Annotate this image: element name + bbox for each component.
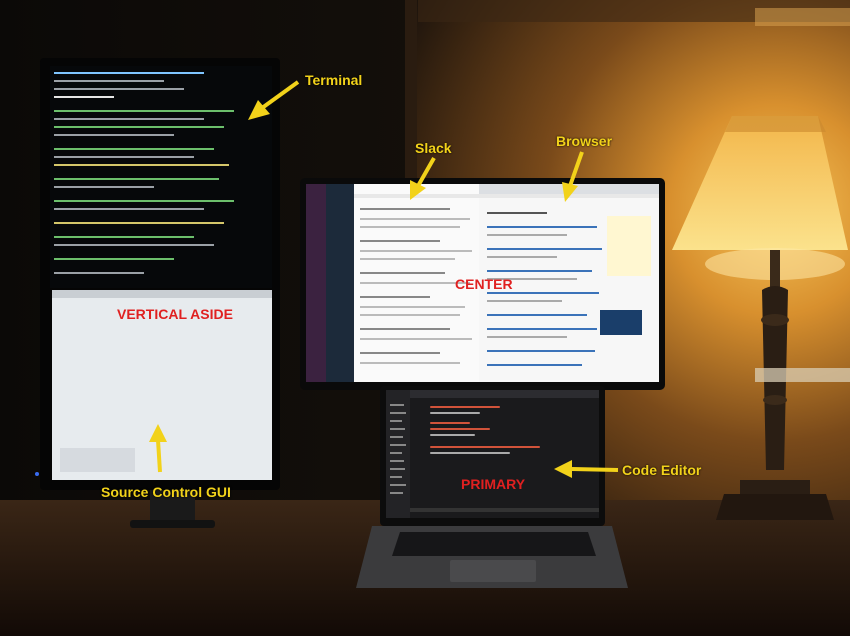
arrow-icon [554,460,619,478]
arrow-icon [410,157,436,200]
arrow-icon [248,80,300,120]
code-editor-label: Code Editor [622,462,702,478]
vertical-aside-label: VERTICAL ASIDE [117,306,233,322]
slack-label: Slack [415,140,452,156]
primary-label: PRIMARY [461,476,526,492]
browser-label: Browser [556,133,613,149]
desk-setup-photo: Terminal Slack Browser CENTER VERTICAL A… [0,0,850,636]
arrow-icon [149,424,167,473]
source-control-label: Source Control GUI [101,484,231,500]
center-label: CENTER [455,276,513,292]
terminal-label: Terminal [305,72,363,88]
arrow-icon [562,151,584,202]
